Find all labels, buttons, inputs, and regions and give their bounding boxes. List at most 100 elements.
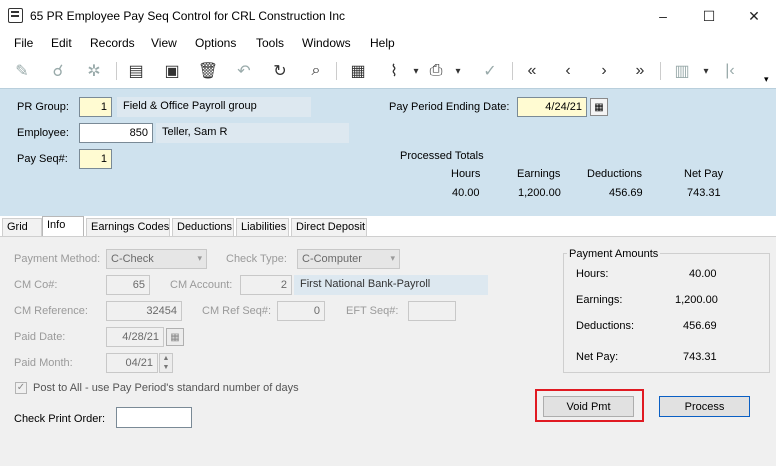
- paid-month-label: Paid Month:: [14, 357, 73, 369]
- tab-info[interactable]: Info: [42, 216, 84, 236]
- eft-seq-label: EFT Seq#:: [346, 305, 399, 317]
- document-icon[interactable]: ▤: [124, 60, 148, 82]
- payment-method-label: Payment Method:: [14, 253, 101, 265]
- totals-netpay-header: Net Pay: [684, 168, 724, 180]
- previous-record-icon[interactable]: ‹: [556, 60, 580, 82]
- tab-earnings-codes[interactable]: Earnings Codes: [86, 218, 170, 236]
- edit-icon[interactable]: ✎: [10, 60, 34, 82]
- undo-icon[interactable]: ↶: [232, 60, 256, 82]
- paid-date-input[interactable]: 4/28/21: [106, 327, 164, 347]
- process-button[interactable]: Process: [659, 396, 750, 417]
- save-icon[interactable]: ▣: [160, 60, 184, 82]
- minimize-button[interactable]: –: [640, 0, 686, 32]
- pa-deductions-value: 456.69: [683, 320, 717, 332]
- cm-reference-label: CM Reference:: [14, 305, 88, 317]
- calendar-icon[interactable]: ▦: [166, 328, 184, 346]
- cm-reference-input[interactable]: 32454: [106, 301, 182, 321]
- info-panel: Payment Method: C-Check ▾ Check Type: C-C…: [0, 236, 776, 466]
- form-layout-dropdown-icon[interactable]: ▾: [694, 60, 718, 82]
- delete-icon[interactable]: 🗑: [196, 60, 220, 82]
- menu-view[interactable]: View: [151, 36, 177, 50]
- toolbar-overflow-icon[interactable]: ▾: [764, 74, 769, 85]
- menu-file[interactable]: File: [14, 36, 33, 50]
- cm-account-input[interactable]: 2: [240, 275, 292, 295]
- print-icon[interactable]: ⎙: [424, 60, 448, 82]
- paid-month-spinner[interactable]: ▲ ▼: [159, 353, 173, 373]
- next-record-icon[interactable]: ›: [592, 60, 616, 82]
- form-layout-icon[interactable]: ▥: [670, 60, 694, 82]
- title-bar: 65 PR Employee Pay Seq Control for CRL C…: [0, 0, 776, 32]
- pa-netpay-label: Net Pay:: [576, 351, 619, 363]
- employee-input[interactable]: 850: [79, 123, 153, 143]
- paid-month-input[interactable]: 04/21: [106, 353, 158, 373]
- eft-seq-input[interactable]: [408, 301, 456, 321]
- check-type-select[interactable]: C-Computer ▾: [297, 249, 400, 269]
- settings-icon[interactable]: ✲: [82, 60, 106, 82]
- chevron-down-icon: ▾: [197, 253, 202, 263]
- void-pmt-button[interactable]: Void Pmt: [543, 396, 634, 417]
- totals-netpay-value: 743.31: [687, 187, 721, 199]
- attachment-icon[interactable]: ⌇: [382, 60, 406, 82]
- menu-bar: File Edit Records View Options Tools Win…: [0, 32, 620, 54]
- check-print-order-input[interactable]: [116, 407, 192, 428]
- menu-windows[interactable]: Windows: [302, 36, 351, 50]
- app-icon: [8, 8, 23, 23]
- spellcheck-icon[interactable]: ✓: [478, 60, 502, 82]
- tab-direct-deposit[interactable]: Direct Deposit: [291, 218, 367, 236]
- chevron-down-icon: ▾: [390, 253, 395, 263]
- employee-label: Employee:: [17, 127, 69, 139]
- post-to-all-checkbox[interactable]: ✓: [15, 382, 27, 394]
- first-record-icon[interactable]: «: [520, 60, 544, 82]
- window-title: 65 PR Employee Pay Seq Control for CRL C…: [30, 9, 346, 23]
- paid-date-label: Paid Date:: [14, 331, 66, 343]
- pa-netpay-value: 743.31: [683, 351, 717, 363]
- post-to-all-label: Post to All - use Pay Period's standard …: [33, 382, 299, 394]
- pa-deductions-label: Deductions:: [576, 320, 635, 332]
- payment-method-select[interactable]: C-Check ▾: [106, 249, 207, 269]
- tab-strip: Grid Info Earnings Codes Deductions Liab…: [0, 216, 776, 236]
- pr-group-description: Field & Office Payroll group: [117, 97, 311, 117]
- binoculars-icon[interactable]: ☌: [46, 60, 70, 82]
- totals-earnings-value: 1,200.00: [518, 187, 561, 199]
- menu-records[interactable]: Records: [90, 36, 135, 50]
- menu-help[interactable]: Help: [370, 36, 395, 50]
- close-button[interactable]: ✕: [731, 0, 776, 32]
- header-panel: PR Group: 1 Field & Office Payroll group…: [0, 88, 776, 216]
- pay-seq-label: Pay Seq#:: [17, 153, 68, 165]
- toolbar: ✎ ☌ ✲ ▤ ▣ 🗑 ↶ ↻ ⌕ ▦ ⌇ ▾ ⎙ ▾ ✓ « ‹ › » ▥ …: [0, 54, 776, 88]
- pay-seq-input[interactable]: 1: [79, 149, 112, 169]
- cm-account-description: First National Bank-Payroll: [294, 275, 488, 295]
- pay-period-input[interactable]: 4/24/21: [517, 97, 587, 117]
- processed-totals-label: Processed Totals: [400, 150, 484, 162]
- pa-hours-value: 40.00: [689, 268, 717, 280]
- pa-earnings-label: Earnings:: [576, 294, 623, 306]
- pa-hours-label: Hours:: [576, 268, 609, 280]
- tab-grid[interactable]: Grid: [2, 218, 42, 236]
- print-dropdown-icon[interactable]: ▾: [446, 60, 470, 82]
- cm-ref-seq-input[interactable]: 0: [277, 301, 325, 321]
- grid-icon[interactable]: ▦: [346, 60, 370, 82]
- check-print-order-label: Check Print Order:: [14, 413, 106, 425]
- check-type-label: Check Type:: [226, 253, 287, 265]
- totals-deductions-value: 456.69: [609, 187, 643, 199]
- pr-group-input[interactable]: 1: [79, 97, 112, 117]
- tab-deductions[interactable]: Deductions: [172, 218, 234, 236]
- pr-group-label: PR Group:: [17, 101, 69, 113]
- cm-account-label: CM Account:: [170, 279, 233, 291]
- cm-co-input[interactable]: 65: [106, 275, 150, 295]
- menu-tools[interactable]: Tools: [256, 36, 284, 50]
- totals-hours-header: Hours: [451, 168, 481, 180]
- totals-deductions-header: Deductions: [587, 168, 643, 180]
- menu-options[interactable]: Options: [195, 36, 236, 50]
- payment-amounts-title: Payment Amounts: [567, 248, 661, 260]
- tab-liabilities[interactable]: Liabilities: [236, 218, 289, 236]
- refresh-icon[interactable]: ↻: [268, 60, 292, 82]
- last-record-icon[interactable]: »: [628, 60, 652, 82]
- search-icon[interactable]: ⌕: [304, 60, 328, 82]
- pay-period-label: Pay Period Ending Date:: [389, 101, 510, 113]
- menu-edit[interactable]: Edit: [51, 36, 72, 50]
- collapse-icon[interactable]: |‹: [718, 60, 742, 82]
- maximize-button[interactable]: ☐: [686, 0, 732, 32]
- employee-name: Teller, Sam R: [156, 123, 349, 143]
- calendar-icon[interactable]: ▦: [590, 98, 608, 116]
